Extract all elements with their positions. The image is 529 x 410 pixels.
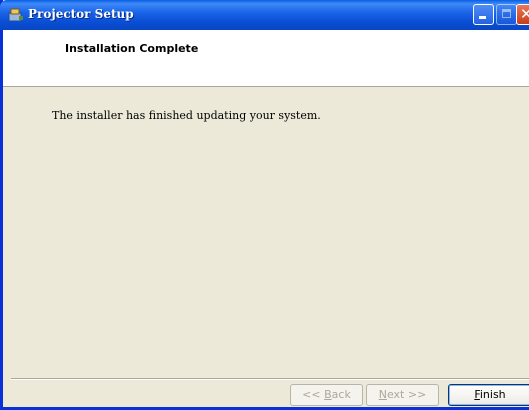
title-bar[interactable]: Projector Setup ✕ bbox=[0, 0, 529, 30]
completion-message: The installer has finished updating your… bbox=[52, 109, 321, 122]
close-icon: ✕ bbox=[520, 5, 529, 23]
next-button[interactable]: Next >> bbox=[366, 384, 439, 406]
minimize-button[interactable] bbox=[473, 4, 494, 25]
next-button-label: ext >> bbox=[386, 388, 427, 401]
footer-divider bbox=[11, 378, 529, 380]
minimize-icon bbox=[479, 16, 486, 19]
page-title: Installation Complete bbox=[65, 42, 199, 55]
maximize-icon bbox=[502, 9, 511, 18]
back-button-accel: B bbox=[324, 388, 332, 401]
back-button[interactable]: << Back bbox=[290, 384, 363, 406]
back-button-prefix: << bbox=[302, 388, 325, 401]
setup-window: Projector Setup ✕ Installation Complete … bbox=[0, 0, 529, 410]
maximize-button[interactable] bbox=[496, 4, 517, 25]
finish-button-label: inish bbox=[479, 388, 506, 401]
finish-button[interactable]: Finish bbox=[448, 384, 529, 406]
back-button-label: ack bbox=[331, 388, 351, 401]
setup-app-icon bbox=[8, 8, 23, 22]
next-button-accel: N bbox=[378, 388, 387, 401]
close-button[interactable]: ✕ bbox=[516, 4, 529, 25]
wizard-header: Installation Complete bbox=[3, 30, 529, 87]
window-title: Projector Setup bbox=[28, 7, 134, 21]
